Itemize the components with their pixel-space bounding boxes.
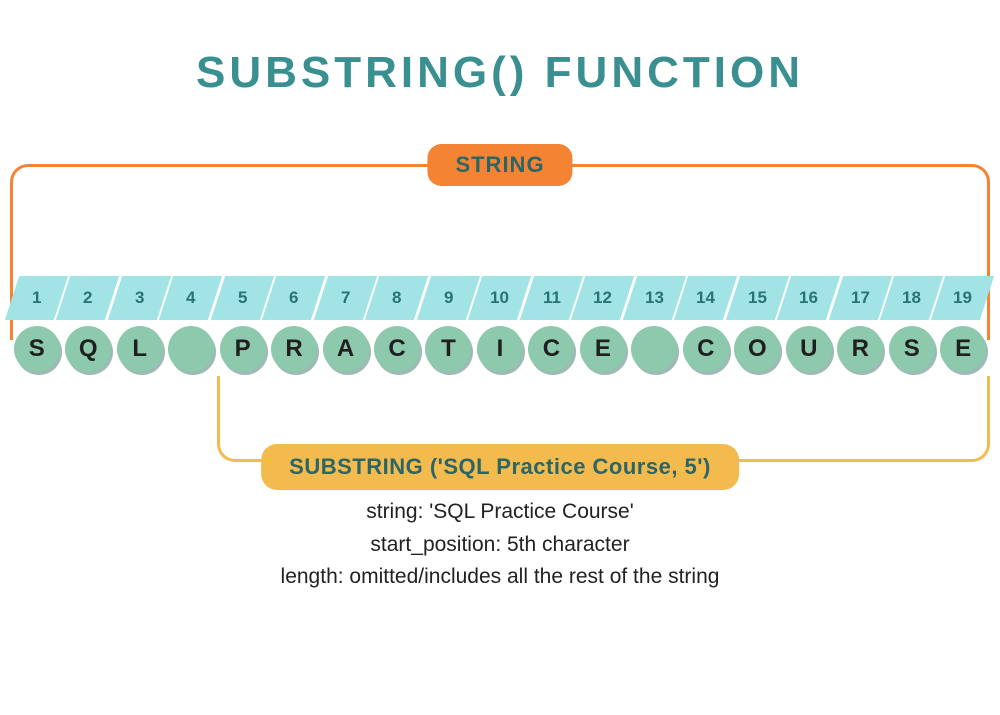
note-length: length: omitted/includes all the rest of…	[0, 561, 1000, 594]
char-cell	[630, 324, 679, 374]
char-cell: C	[372, 324, 421, 374]
page-title: SUBSTRING() FUNCTION	[0, 48, 1000, 98]
note-start-position: start_position: 5th character	[0, 529, 1000, 562]
char-cell: T	[424, 324, 473, 374]
char-cell: P	[218, 324, 267, 374]
substring-diagram: STRING 1 2 3 4 5 6 7 8 9 10 11 12 13 14 …	[10, 128, 990, 488]
char-cell: S	[887, 324, 936, 374]
index-row: 1 2 3 4 5 6 7 8 9 10 11 12 13 14 15 16 1…	[10, 276, 990, 320]
substring-label: SUBSTRING ('SQL Practice Course, 5')	[261, 444, 739, 490]
char-cell: E	[578, 324, 627, 374]
char-cell: I	[475, 324, 524, 374]
char-row: S Q L P R A C T I C E C O U R S E	[10, 324, 990, 374]
char-cell: C	[681, 324, 730, 374]
char-cell: O	[733, 324, 782, 374]
char-cell: R	[269, 324, 318, 374]
char-cell: A	[321, 324, 370, 374]
char-cell: U	[784, 324, 833, 374]
char-cell: E	[938, 324, 987, 374]
char-cell: Q	[63, 324, 112, 374]
string-label-text: STRING	[455, 152, 544, 177]
char-cell: S	[12, 324, 61, 374]
char-cell	[166, 324, 215, 374]
string-label: STRING	[427, 144, 572, 186]
char-cell: L	[115, 324, 164, 374]
char-cell: R	[836, 324, 885, 374]
notes: string: 'SQL Practice Course' start_posi…	[0, 496, 1000, 594]
note-string: string: 'SQL Practice Course'	[0, 496, 1000, 529]
char-cell: C	[527, 324, 576, 374]
